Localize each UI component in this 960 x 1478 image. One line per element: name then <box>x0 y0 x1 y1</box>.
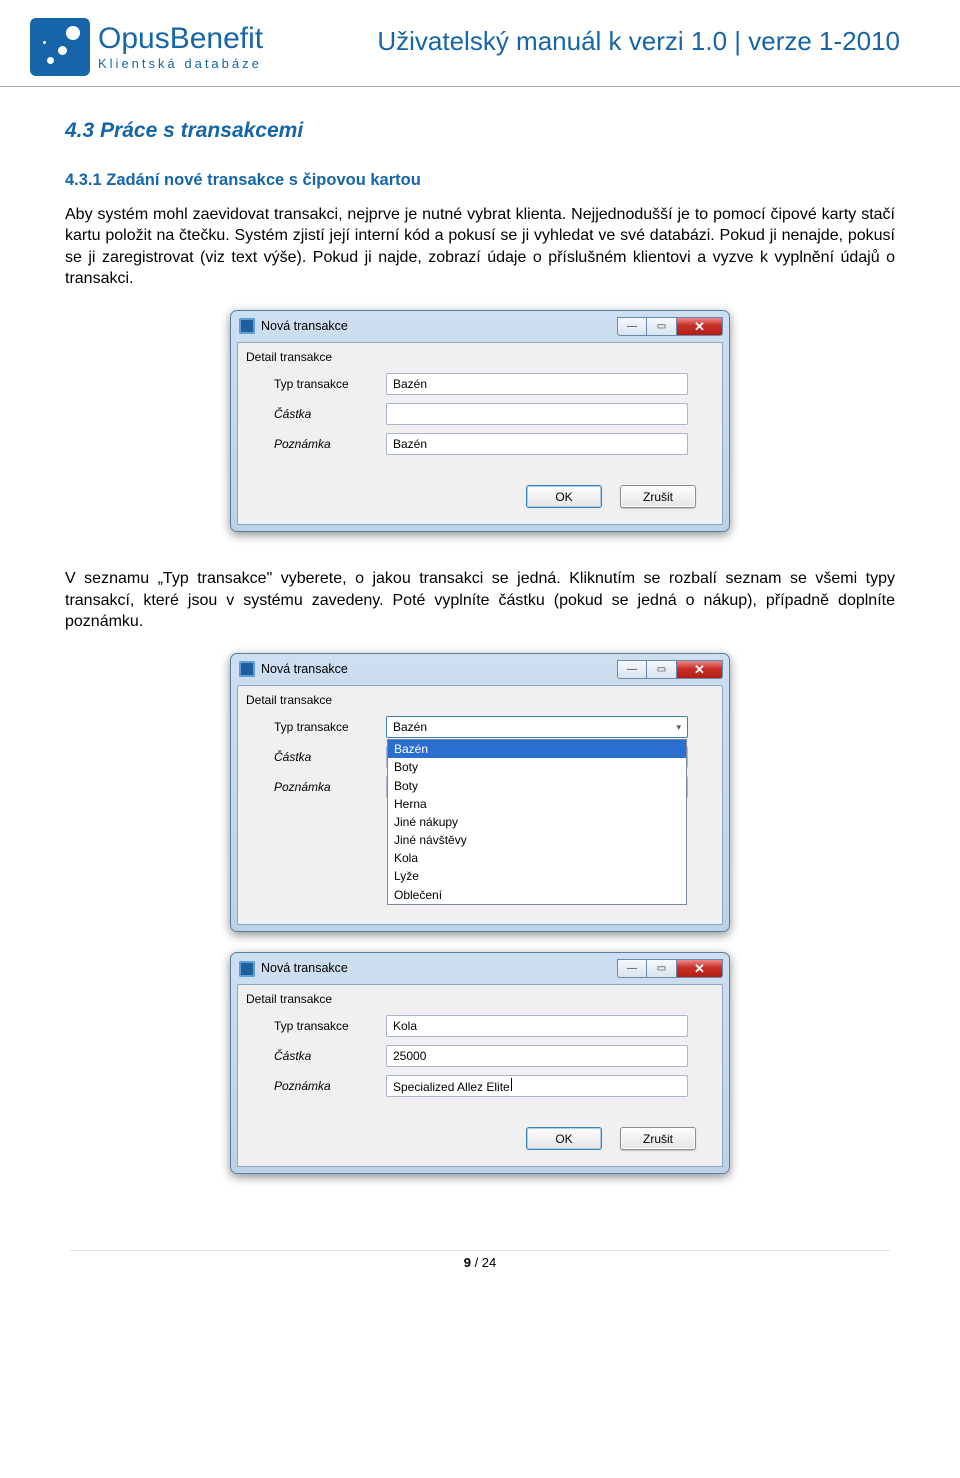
dialog-titlebar: Nová transakce — ▭ ✕ <box>231 953 729 984</box>
cancel-button[interactable]: Zrušit <box>620 1127 696 1150</box>
transaction-dialog: Nová transakce — ▭ ✕ Detail transakce Ty… <box>230 310 730 532</box>
page-total: 24 <box>482 1255 496 1270</box>
paragraph-2: V seznamu „Typ transakce" vyberete, o ja… <box>65 568 895 633</box>
note-label: Poznámka <box>274 1078 386 1094</box>
type-label: Typ transakce <box>274 376 386 392</box>
dropdown-option[interactable]: Herna <box>388 795 686 813</box>
dropdown-option[interactable]: Lyže <box>388 867 686 885</box>
page-separator: / <box>471 1255 482 1270</box>
type-label: Typ transakce <box>274 719 386 735</box>
logo-subtitle: Klientská databáze <box>98 57 263 71</box>
minimize-button[interactable]: — <box>617 317 647 336</box>
paragraph-1: Aby systém mohl zaevidovat transakci, ne… <box>65 204 895 290</box>
note-value: Bazén <box>393 436 427 452</box>
page-footer: 9 / 24 <box>70 1250 890 1274</box>
content-area: 4.3 Práce s transakcemi 4.3.1 Zadání nov… <box>0 87 960 1220</box>
type-label: Typ transakce <box>274 1018 386 1034</box>
close-button[interactable]: ✕ <box>677 317 723 336</box>
dialog-title: Nová transakce <box>261 318 348 335</box>
type-combobox[interactable]: Bazén <box>386 373 688 395</box>
document-title: Uživatelský manuál k verzi 1.0 | verze 1… <box>377 18 900 57</box>
dropdown-option[interactable]: Kola <box>388 849 686 867</box>
cancel-button[interactable]: Zrušit <box>620 485 696 508</box>
minimize-button[interactable]: — <box>617 959 647 978</box>
amount-label: Částka <box>274 1048 386 1064</box>
type-combobox[interactable]: Kola <box>386 1015 688 1037</box>
groupbox-label: Detail transakce <box>246 692 716 708</box>
type-value: Kola <box>393 1018 417 1034</box>
amount-label: Částka <box>274 406 386 422</box>
amount-input[interactable]: 25000 <box>386 1045 688 1067</box>
page-header: OpusBenefit Klientská databáze Uživatels… <box>0 0 960 87</box>
ok-button[interactable]: OK <box>526 1127 602 1150</box>
window-icon <box>239 961 255 977</box>
dialog-title: Nová transakce <box>261 661 348 678</box>
dropdown-option[interactable]: Bazén <box>388 740 686 758</box>
window-icon <box>239 661 255 677</box>
dialog-title: Nová transakce <box>261 960 348 977</box>
dialog-titlebar: Nová transakce — ▭ ✕ <box>231 311 729 342</box>
maximize-button[interactable]: ▭ <box>647 959 677 978</box>
opus-logo-icon <box>30 18 90 76</box>
ok-button[interactable]: OK <box>526 485 602 508</box>
maximize-button[interactable]: ▭ <box>647 660 677 679</box>
dropdown-option[interactable]: Oblečení <box>388 886 686 904</box>
dropdown-option[interactable]: Jiné nákupy <box>388 813 686 831</box>
transaction-dialog-filled: Nová transakce — ▭ ✕ Detail transakce Ty… <box>230 952 730 1174</box>
note-input[interactable]: Bazén <box>386 433 688 455</box>
dropdown-option[interactable]: Boty <box>388 758 686 776</box>
groupbox-label: Detail transakce <box>246 991 716 1007</box>
type-dropdown-list: BazénBotyBotyHernaJiné nákupyJiné návště… <box>387 739 687 905</box>
dropdown-option[interactable]: Jiné návštěvy <box>388 831 686 849</box>
chevron-down-icon: ▾ <box>676 721 681 733</box>
type-value: Bazén <box>393 376 427 392</box>
close-button[interactable]: ✕ <box>677 959 723 978</box>
minimize-button[interactable]: — <box>617 660 647 679</box>
maximize-button[interactable]: ▭ <box>647 317 677 336</box>
logo-title: OpusBenefit <box>98 22 263 55</box>
logo: OpusBenefit Klientská databáze <box>30 18 263 76</box>
groupbox-label: Detail transakce <box>246 349 716 365</box>
dialog-titlebar: Nová transakce — ▭ ✕ <box>231 654 729 685</box>
transaction-dialog-dropdown: Nová transakce — ▭ ✕ Detail transakce Ty… <box>230 653 730 932</box>
type-value: Bazén <box>393 719 427 735</box>
note-label: Poznámka <box>274 436 386 452</box>
page-number: 9 <box>464 1255 471 1270</box>
type-combobox-open[interactable]: Bazén ▾ BazénBotyBotyHernaJiné nákupyJin… <box>386 716 688 738</box>
note-input[interactable]: Specialized Allez Elite <box>386 1075 688 1097</box>
note-label: Poznámka <box>274 779 386 795</box>
note-value: Specialized Allez Elite <box>393 1078 512 1095</box>
subsection-heading: 4.3.1 Zadání nové transakce s čipovou ka… <box>65 169 895 191</box>
amount-label: Částka <box>274 749 386 765</box>
amount-input[interactable] <box>386 403 688 425</box>
dropdown-option[interactable]: Boty <box>388 777 686 795</box>
amount-value: 25000 <box>393 1048 426 1064</box>
window-icon <box>239 318 255 334</box>
close-button[interactable]: ✕ <box>677 660 723 679</box>
section-heading: 4.3 Práce s transakcemi <box>65 117 895 145</box>
